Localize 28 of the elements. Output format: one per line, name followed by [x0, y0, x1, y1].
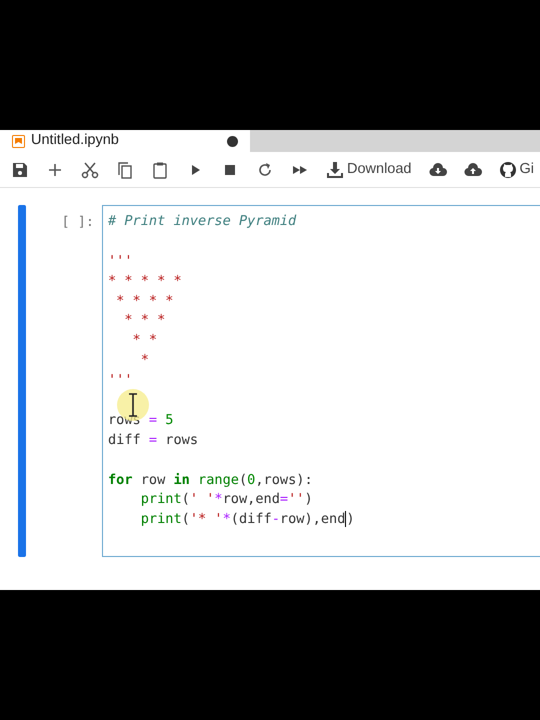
code-line: ''' [108, 252, 134, 271]
scissors-icon [81, 160, 99, 178]
code-line: * * * [123, 311, 166, 330]
code-line: * [140, 351, 150, 370]
copy-icon [116, 160, 134, 178]
cloud-upload-icon [464, 160, 482, 178]
code-line: rows = 5 [108, 410, 174, 430]
cell-prompt: [ ]: [61, 214, 94, 230]
code-line: print(' '*row,end='') [140, 490, 314, 510]
code-line: ''' [108, 371, 134, 390]
save-icon [11, 160, 29, 178]
restart-icon [256, 160, 274, 178]
tab-title: Untitled.ipynb [31, 131, 119, 150]
download-button[interactable]: Download [326, 156, 412, 182]
code-line: diff = rows [108, 430, 200, 450]
code-line: for row in range(0,rows): [108, 470, 314, 490]
notebook-tab[interactable]: Untitled.ipynb [0, 130, 250, 152]
code-line: print('* '*(diff-row),end) [140, 510, 356, 530]
code-line: * * * * [115, 292, 174, 311]
code-comment: # Print inverse Pyramid [108, 212, 298, 231]
download-icon [326, 160, 344, 178]
code-line: * * * * * [108, 272, 183, 291]
notebook-icon [12, 134, 25, 148]
github-button[interactable]: Gi [498, 156, 534, 182]
cloud-download-icon [428, 160, 446, 178]
clipboard-icon [151, 160, 169, 178]
code-line: * * [132, 331, 158, 350]
github-icon [498, 160, 516, 178]
